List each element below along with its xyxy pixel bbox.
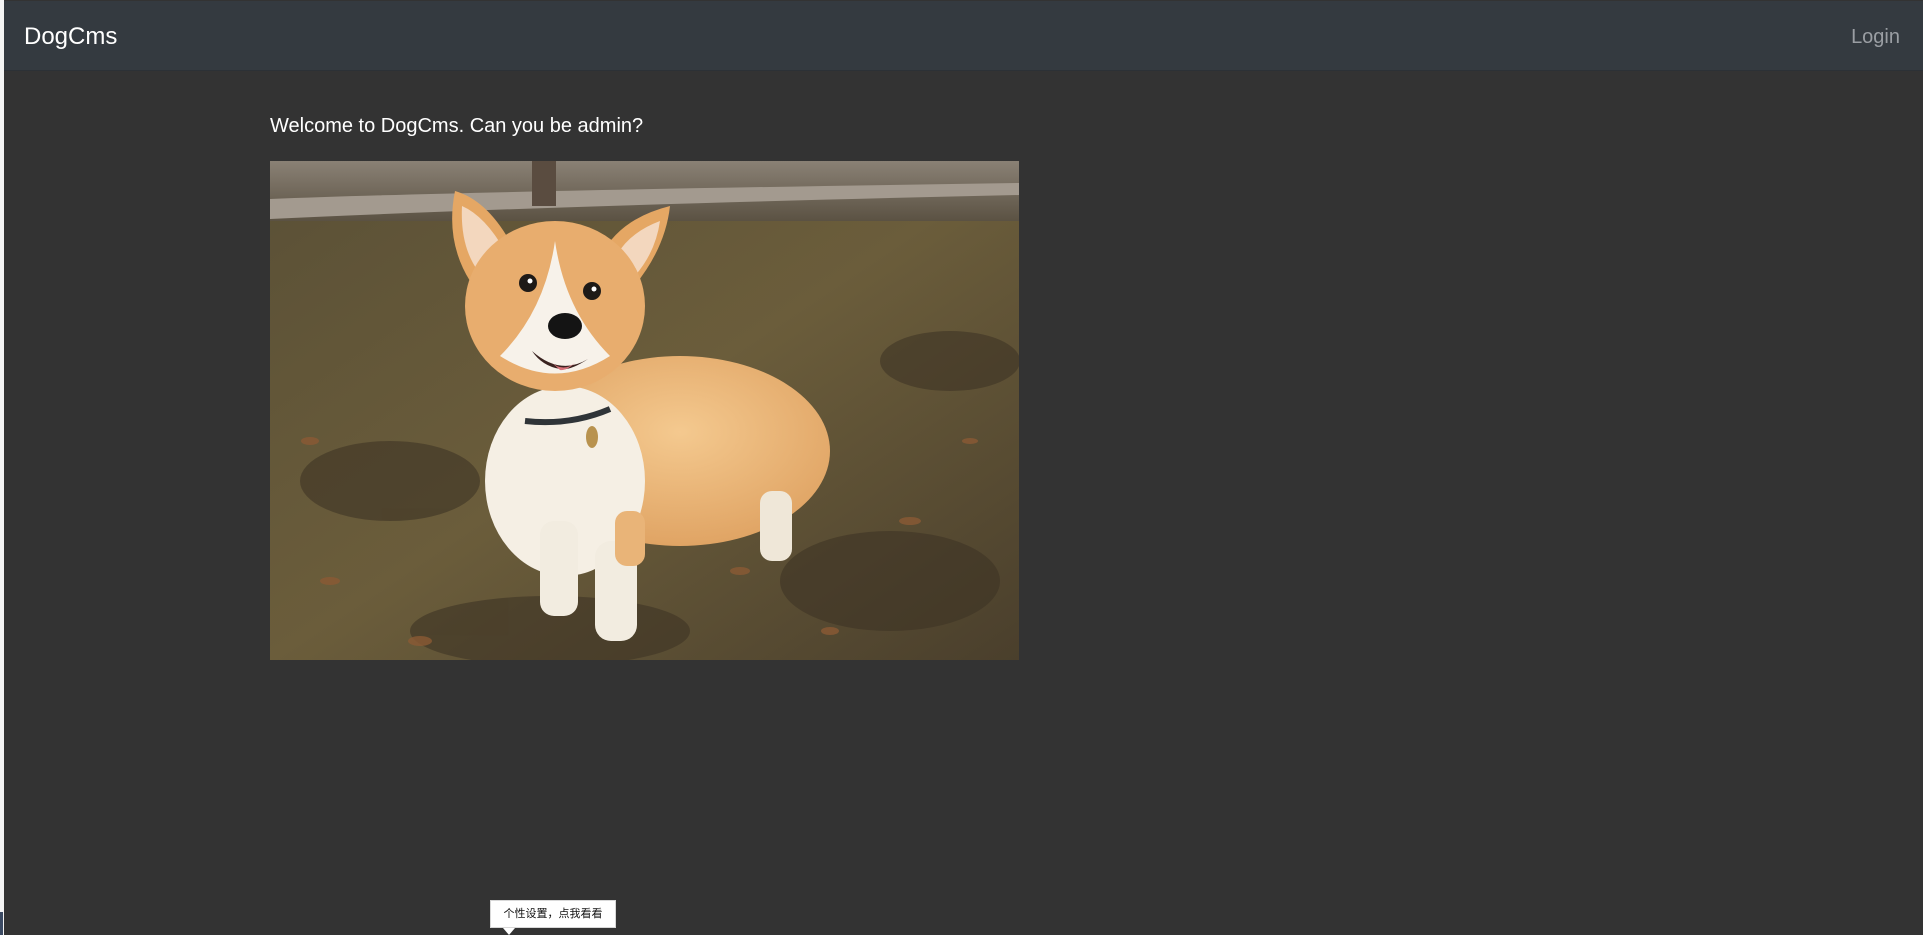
page: DogCms Login Welcome to DogCms. Can you … bbox=[4, 0, 1923, 935]
tooltip-text: 个性设置，点我看看 bbox=[503, 907, 603, 920]
top-navbar: DogCms Login bbox=[4, 1, 1923, 71]
personalization-tooltip[interactable]: 个性设置，点我看看 bbox=[490, 900, 616, 935]
tooltip-arrow bbox=[503, 928, 515, 935]
brand-link[interactable]: DogCms bbox=[24, 22, 117, 51]
left-edge-marker bbox=[0, 912, 3, 935]
welcome-text: Welcome to DogCms. Can you be admin? bbox=[270, 115, 644, 137]
corgi-image bbox=[270, 161, 1019, 660]
login-link[interactable]: Login bbox=[1851, 25, 1900, 49]
